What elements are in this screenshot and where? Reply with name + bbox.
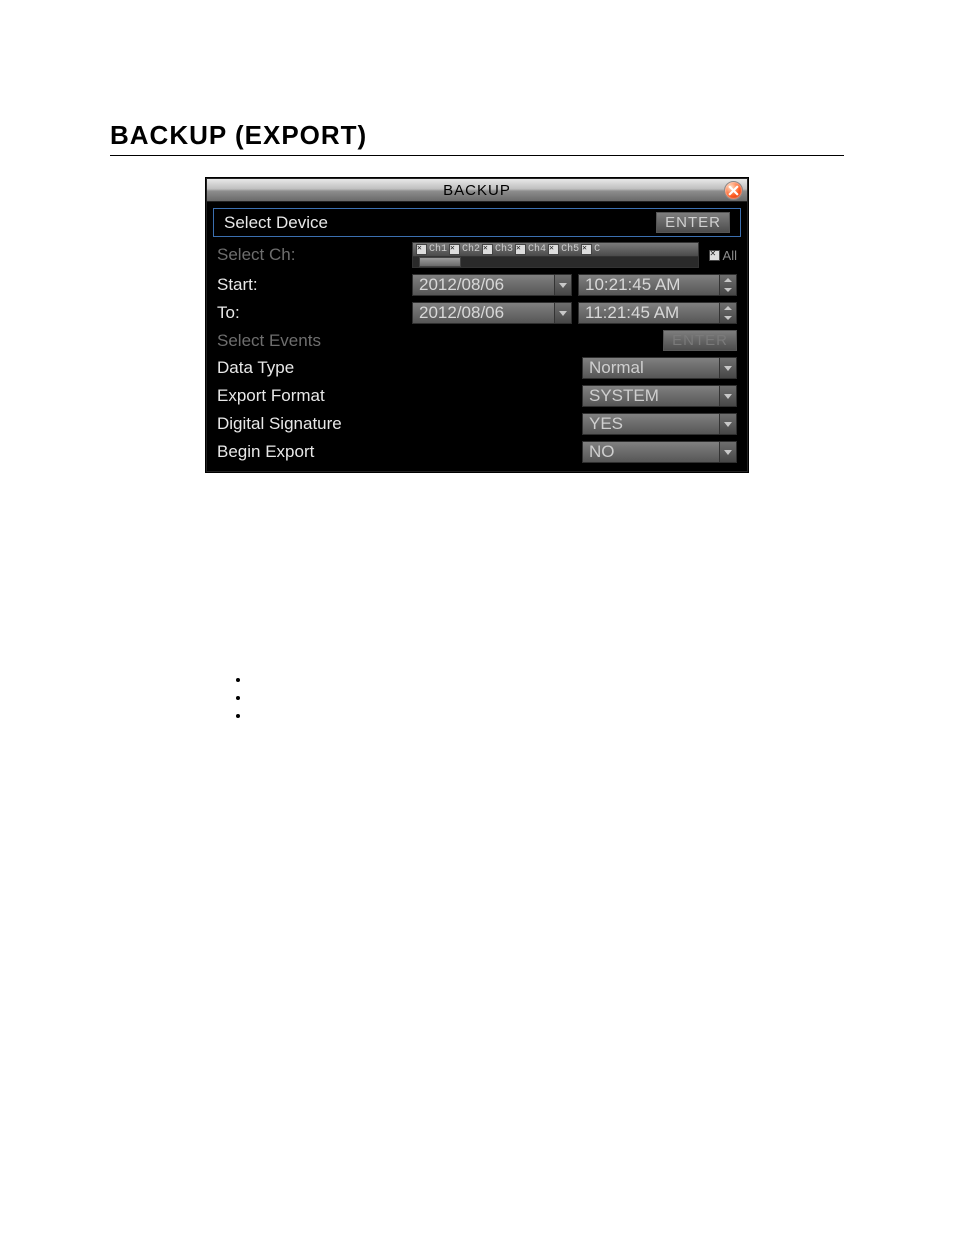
label-begin-export: Begin Export	[217, 442, 412, 462]
page-title: BACKUP (EXPORT)	[110, 120, 844, 151]
begin-export-value: NO	[589, 442, 615, 462]
begin-export-select[interactable]: NO	[582, 441, 737, 463]
data-type-value: Normal	[589, 358, 644, 378]
channel-scrollbar[interactable]	[412, 257, 699, 268]
ch-label: Ch1	[429, 244, 447, 255]
channel-selector[interactable]: Ch1 Ch2 Ch3 Ch4 Ch5 C	[412, 242, 699, 268]
ch-label: Ch5	[561, 244, 579, 255]
select-device-enter-button[interactable]: ENTER	[656, 212, 730, 233]
row-data-type: Data Type Normal	[207, 354, 747, 382]
row-begin-export: Begin Export NO	[207, 438, 747, 471]
bullet-list	[250, 672, 844, 712]
to-date-value: 2012/08/06	[419, 303, 504, 323]
export-format-select[interactable]: SYSTEM	[582, 385, 737, 407]
export-format-value: SYSTEM	[589, 386, 659, 406]
row-select-events: Select Events ENTER	[207, 327, 747, 354]
start-time-input[interactable]: 10:21:45 AM	[578, 274, 737, 296]
to-date-input[interactable]: 2012/08/06	[412, 302, 572, 324]
all-checkbox[interactable]: All	[709, 248, 737, 263]
dialog-titlebar: BACKUP	[207, 179, 747, 202]
row-start: Start: 2012/08/06 10:21:45 AM	[207, 271, 747, 299]
label-to: To:	[217, 303, 412, 323]
label-start: Start:	[217, 275, 412, 295]
label-select-events: Select Events	[217, 331, 412, 351]
checkbox-icon	[416, 244, 427, 255]
ch-label: Ch4	[528, 244, 546, 255]
spinner-icon	[719, 275, 736, 295]
row-digital-signature: Digital Signature YES	[207, 410, 747, 438]
digital-signature-select[interactable]: YES	[582, 413, 737, 435]
all-label: All	[723, 248, 737, 263]
dialog-title: BACKUP	[443, 182, 511, 199]
digital-signature-value: YES	[589, 414, 623, 434]
dropdown-icon	[719, 386, 736, 406]
label-export-format: Export Format	[217, 386, 412, 406]
dropdown-icon	[719, 442, 736, 462]
checkbox-icon	[482, 244, 493, 255]
checkbox-icon	[709, 250, 720, 261]
row-export-format: Export Format SYSTEM	[207, 382, 747, 410]
backup-dialog: BACKUP Select Device ENTER Select Ch:	[206, 178, 748, 472]
scrollbar-thumb[interactable]	[419, 257, 461, 267]
data-type-select[interactable]: Normal	[582, 357, 737, 379]
row-select-device: Select Device ENTER	[213, 208, 741, 237]
divider	[110, 155, 844, 156]
checkbox-icon	[515, 244, 526, 255]
close-button[interactable]	[724, 181, 743, 200]
close-icon	[728, 185, 739, 196]
dropdown-icon	[554, 303, 571, 323]
checkbox-icon	[581, 244, 592, 255]
label-data-type: Data Type	[217, 358, 412, 378]
ch-label: Ch2	[462, 244, 480, 255]
checkbox-icon	[548, 244, 559, 255]
row-to: To: 2012/08/06 11:21:45 AM	[207, 299, 747, 327]
list-item	[250, 690, 844, 694]
list-item	[250, 672, 844, 676]
spinner-icon	[719, 303, 736, 323]
list-item	[250, 708, 844, 712]
dropdown-icon	[719, 358, 736, 378]
to-time-value: 11:21:45 AM	[585, 303, 679, 323]
select-events-enter-button[interactable]: ENTER	[663, 330, 737, 351]
ch-label: Ch3	[495, 244, 513, 255]
start-time-value: 10:21:45 AM	[585, 275, 680, 295]
start-date-input[interactable]: 2012/08/06	[412, 274, 572, 296]
dropdown-icon	[719, 414, 736, 434]
ch-label: C	[594, 244, 600, 255]
start-date-value: 2012/08/06	[419, 275, 504, 295]
dropdown-icon	[554, 275, 571, 295]
label-select-ch: Select Ch:	[217, 245, 412, 265]
to-time-input[interactable]: 11:21:45 AM	[578, 302, 737, 324]
row-select-ch: Select Ch: Ch1 Ch2 Ch3 Ch4 Ch5 C	[207, 239, 747, 271]
checkbox-icon	[449, 244, 460, 255]
label-select-device: Select Device	[224, 213, 419, 233]
label-digital-signature: Digital Signature	[217, 414, 412, 434]
